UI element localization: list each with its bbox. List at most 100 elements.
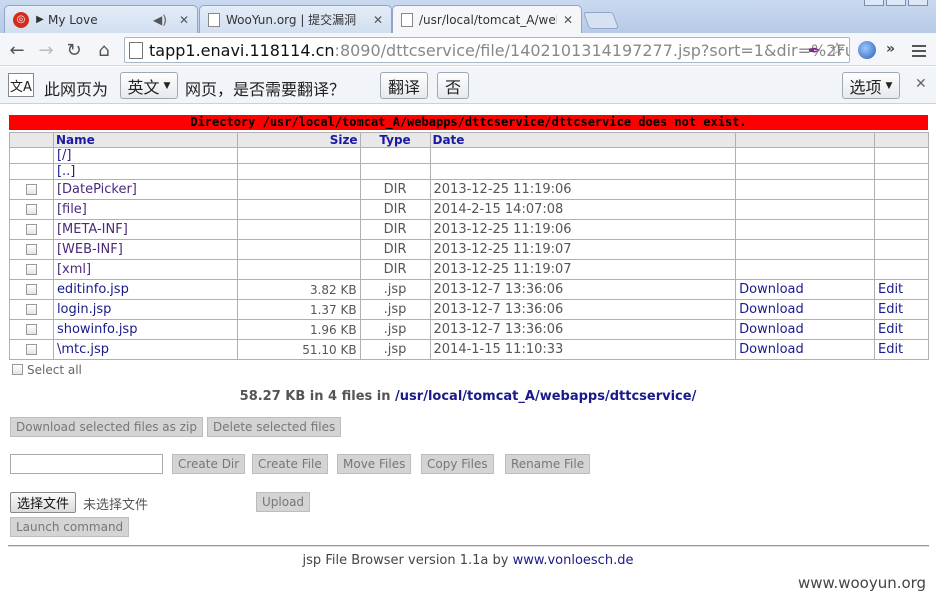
file-date: 2013-12-25 11:19:06 [429, 219, 737, 240]
tab-wooyun[interactable]: WooYun.org | 提交漏洞 ✕ [199, 5, 392, 33]
file-size: 1.37 KB [236, 299, 361, 320]
tab-my-love[interactable]: ◎ ▶ My Love ◀) ✕ [4, 5, 198, 33]
select-all-label: Select all [27, 363, 82, 377]
download-link[interactable]: Download [735, 279, 875, 300]
translate-question: 网页，是否需要翻译？ [185, 80, 346, 99]
tab-file-browser[interactable]: /usr/local/tomcat_A/web ✕ [392, 5, 582, 33]
row-checkbox[interactable] [25, 284, 37, 295]
row-checkbox[interactable] [25, 304, 37, 315]
download-link[interactable]: Download [735, 339, 875, 360]
address-bar[interactable]: tapp1.enavi.118114.cn:8090/dttcservice/f… [124, 37, 850, 63]
options-button[interactable]: 选项 ▼ [842, 72, 900, 99]
file-size [236, 199, 361, 220]
footer-link[interactable]: www.vonloesch.de [513, 553, 634, 568]
file-size: 3.82 KB [236, 279, 361, 300]
reload-icon[interactable]: ↻ [63, 39, 85, 61]
new-tab-button[interactable] [582, 12, 620, 29]
filename-input[interactable] [10, 454, 163, 474]
file-name-link[interactable]: [WEB-INF] [57, 242, 123, 257]
feather-icon[interactable]: ✒ [808, 41, 821, 60]
row-checkbox[interactable] [25, 324, 37, 335]
row-checkbox[interactable] [25, 264, 37, 275]
create-dir-button[interactable]: Create Dir [172, 454, 246, 474]
column-header-name[interactable]: Name [52, 132, 238, 148]
row-checkbox[interactable] [25, 224, 37, 235]
audio-icon: ◀) [153, 12, 167, 27]
edit-link[interactable]: Edit [873, 319, 930, 340]
root-dir-link[interactable]: [/] [57, 148, 72, 163]
edit-link[interactable]: Edit [873, 299, 930, 320]
tab-title: WooYun.org | 提交漏洞 [226, 13, 357, 27]
download-zip-button[interactable]: Download selected files as zip [10, 417, 203, 437]
choose-file-button[interactable]: 选择文件 [10, 492, 77, 513]
file-name-link[interactable]: [META-INF] [57, 222, 128, 237]
file-name-link[interactable]: [DatePicker] [57, 182, 137, 197]
menu-icon[interactable] [912, 45, 926, 60]
parent-dir-link[interactable]: [..] [57, 164, 75, 179]
file-name-link[interactable]: editinfo.jsp [57, 282, 129, 297]
back-arrow-icon[interactable]: ← [6, 39, 28, 61]
window-controls [864, 0, 928, 6]
close-icon[interactable]: ✕ [373, 13, 383, 27]
close-icon[interactable]: ✕ [179, 13, 189, 27]
forward-arrow-icon[interactable]: → [35, 39, 57, 61]
window-close-button[interactable] [908, 0, 928, 6]
no-translate-button[interactable]: 否 [437, 72, 469, 99]
copy-files-button[interactable]: Copy Files [421, 454, 494, 474]
divider [8, 545, 929, 547]
download-link[interactable]: Download [735, 319, 875, 340]
edit-link[interactable]: Edit [873, 279, 930, 300]
download-link[interactable]: Download [735, 299, 875, 320]
file-name-link[interactable]: login.jsp [57, 302, 111, 317]
bookmark-star-icon[interactable]: ☆ [829, 39, 845, 60]
delete-selected-button[interactable]: Delete selected files [207, 417, 342, 437]
download-link [735, 259, 875, 280]
translate-infobar: 文A 此网页为 英文 ▼ 网页，是否需要翻译？ 翻译 否 选项 ▼ ✕ [0, 67, 936, 104]
file-date: 2013-12-25 11:19:07 [429, 239, 737, 260]
file-name-link[interactable]: [xml] [57, 262, 91, 277]
translate-icon: 文A [8, 73, 34, 97]
translate-prefix: 此网页为 [44, 80, 109, 99]
upload-button[interactable]: Upload [256, 492, 311, 512]
column-header-date[interactable]: Date [429, 132, 737, 148]
select-all-checkbox[interactable] [12, 364, 23, 375]
rename-file-button[interactable]: Rename File [505, 454, 591, 474]
launch-command-button[interactable]: Launch command [10, 517, 130, 537]
watermark: www.wooyun.org [798, 574, 927, 592]
close-icon[interactable]: ✕ [915, 76, 927, 92]
file-date: 2013-12-25 11:19:06 [429, 179, 737, 200]
language-select[interactable]: 英文 ▼ [120, 72, 178, 99]
column-header-type[interactable]: Type [359, 132, 431, 148]
edit-link [873, 179, 930, 200]
summary-path: /usr/local/tomcat_A/webapps/dttcservice/ [395, 389, 697, 404]
create-file-button[interactable]: Create File [252, 454, 328, 474]
extensions-more-icon[interactable]: » [886, 41, 895, 57]
page-icon [129, 41, 143, 59]
download-link [735, 199, 875, 220]
close-icon[interactable]: ✕ [563, 13, 573, 27]
header-download-col [735, 132, 875, 148]
file-name-link[interactable]: showinfo.jsp [57, 322, 138, 337]
row-checkbox[interactable] [25, 204, 37, 215]
select-all[interactable]: Select all [12, 363, 82, 377]
table-row: editinfo.jsp 3.82 KB .jsp 2013-12-7 13:3… [9, 279, 930, 300]
home-icon[interactable]: ⌂ [93, 39, 115, 61]
row-checkbox[interactable] [25, 344, 37, 355]
edit-link[interactable]: Edit [873, 339, 930, 360]
row-checkbox[interactable] [25, 184, 37, 195]
summary-text: 58.27 KB in 4 files in [239, 389, 391, 404]
translate-button[interactable]: 翻译 [380, 72, 428, 99]
file-name-link[interactable]: [file] [57, 202, 87, 217]
globe-icon[interactable] [858, 41, 876, 59]
file-size [236, 219, 361, 240]
language-label: 英文 [127, 77, 160, 97]
row-checkbox[interactable] [25, 244, 37, 255]
file-name-link[interactable]: \mtc.jsp [57, 342, 109, 357]
table-header: Name Size Type Date [9, 132, 930, 148]
column-header-size[interactable]: Size [236, 132, 361, 148]
minimize-button[interactable] [864, 0, 884, 6]
maximize-button[interactable] [886, 0, 906, 6]
file-type: .jsp [359, 299, 431, 320]
table-row: [META-INF] DIR 2013-12-25 11:19:06 [9, 219, 930, 240]
move-files-button[interactable]: Move Files [337, 454, 412, 474]
